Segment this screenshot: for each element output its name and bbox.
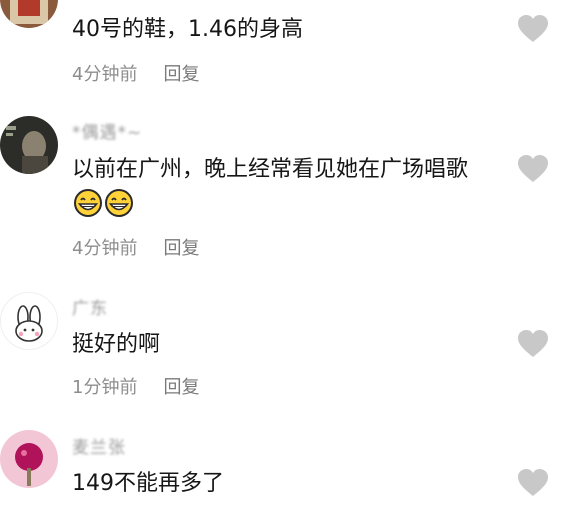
comment-text: 以前在广州，晚上经常看见她在广场唱歌 bbox=[72, 152, 492, 224]
comment-text: 149不能再多了 bbox=[72, 471, 224, 496]
heart-icon[interactable] bbox=[517, 14, 549, 44]
reply-button[interactable]: 回复 bbox=[163, 64, 199, 85]
comment-username[interactable]: *偶遇*~ bbox=[72, 118, 142, 143]
heart-icon[interactable] bbox=[517, 154, 549, 184]
comment-time: 4分钟前 bbox=[72, 64, 138, 85]
heart-icon[interactable] bbox=[517, 329, 549, 359]
grin-emoji bbox=[73, 188, 103, 218]
comment-meta: 1分钟前 回复 bbox=[72, 373, 199, 399]
grin-emoji bbox=[104, 188, 134, 218]
reply-button[interactable]: 回复 bbox=[163, 377, 199, 398]
avatar[interactable] bbox=[0, 0, 58, 28]
reply-button[interactable]: 回复 bbox=[163, 238, 199, 259]
avatar[interactable] bbox=[0, 116, 58, 174]
comment-text-body: 以前在广州，晚上经常看见她在广场唱歌 bbox=[72, 157, 469, 182]
avatar[interactable] bbox=[0, 292, 58, 350]
comment-text: 40号的鞋，1.46的身高 bbox=[72, 17, 303, 42]
comment-text: 挺好的啊 bbox=[72, 332, 161, 357]
comment-username[interactable]: 麦兰张 bbox=[72, 433, 126, 458]
comment-time: 1分钟前 bbox=[72, 377, 138, 398]
comment-time: 4分钟前 bbox=[72, 238, 138, 259]
comment-meta: 4分钟前 回复 bbox=[72, 234, 199, 260]
avatar[interactable] bbox=[0, 430, 58, 488]
comment-username[interactable]: 广东 bbox=[72, 294, 108, 319]
heart-icon[interactable] bbox=[517, 468, 549, 498]
comment-meta: 4分钟前 回复 bbox=[72, 60, 199, 86]
